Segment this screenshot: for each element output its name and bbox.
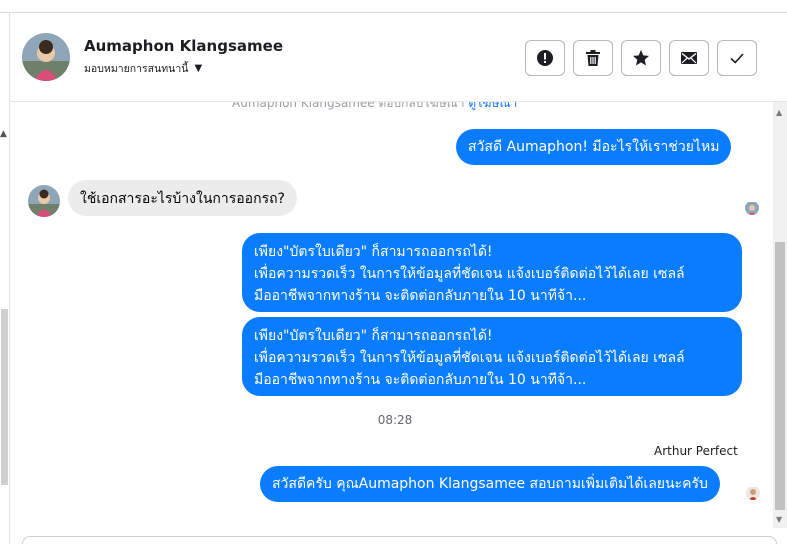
message-bubble-outgoing: สวัสดี Aumaphon! มีอะไรให้เราช่วยไหม bbox=[456, 129, 732, 165]
mark-unread-button[interactable] bbox=[669, 40, 709, 76]
ad-reply-note: Aumaphon Klangsamee ตอบกลับโฆษณา ดูโฆษณา bbox=[232, 102, 517, 113]
ad-reply-text: Aumaphon Klangsamee ตอบกลับโฆษณา bbox=[232, 102, 465, 110]
message-line: เพื่อความรวดเร็ว ในการให้ข้อมูลที่ชัดเจน… bbox=[254, 350, 685, 366]
message-line: เพียง"บัตรใบเดียว" ก็สามารถออกรถได้! bbox=[254, 244, 493, 260]
assign-label: มอบหมายการสนทนานี้ bbox=[84, 63, 189, 75]
view-ad-link[interactable]: ดูโฆษณา bbox=[468, 102, 517, 110]
mark-done-button[interactable] bbox=[717, 40, 757, 76]
message-line: เพื่อความรวดเร็ว ในการให้ข้อมูลที่ชัดเจน… bbox=[254, 266, 685, 282]
agent-name: Arthur Perfect bbox=[654, 444, 738, 458]
message-bubble-outgoing: เพียง"บัตรใบเดียว" ก็สามารถออกรถได้! เพื… bbox=[242, 317, 742, 396]
contact-small-avatar bbox=[28, 185, 60, 217]
contact-name[interactable]: Aumaphon Klangsamee bbox=[84, 37, 283, 55]
seen-indicator-avatar bbox=[745, 201, 759, 215]
message-bubble-outgoing: เพียง"บัตรใบเดียว" ก็สามารถออกรถได้! เพื… bbox=[242, 233, 742, 312]
message-timestamp: 08:28 bbox=[377, 413, 413, 427]
message-composer[interactable] bbox=[22, 536, 777, 544]
message-line: มืออาชีพจากทางร้าน จะติดต่อกลับภายใน 10 … bbox=[254, 288, 587, 304]
thread-scrollbar[interactable]: ▲ ▼ bbox=[773, 102, 787, 528]
conversation-header: Aumaphon Klangsamee มอบหมายการสนทนานี้ ▼ bbox=[10, 13, 787, 102]
header-actions bbox=[525, 40, 757, 76]
scroll-up-caret-icon[interactable]: ▲ bbox=[0, 129, 7, 139]
caret-down-icon: ▼ bbox=[194, 63, 203, 74]
left-scrollbar-thumb[interactable] bbox=[1, 309, 8, 485]
message-thread: Aumaphon Klangsamee ตอบกลับโฆษณา ดูโฆษณา… bbox=[10, 102, 773, 528]
message-line: มืออาชีพจากทางร้าน จะติดต่อกลับภายใน 10 … bbox=[254, 372, 587, 388]
checkmark-icon bbox=[730, 53, 744, 64]
scroll-up-arrow-icon[interactable]: ▲ bbox=[776, 108, 782, 117]
assign-conversation-dropdown[interactable]: มอบหมายการสนทนานี้ ▼ bbox=[84, 60, 202, 77]
agent-avatar bbox=[746, 486, 760, 500]
messenger-conversation-window: ▲ Aumaphon Klangsamee มอบหมายการสนทนานี้… bbox=[0, 0, 787, 544]
envelope-icon bbox=[681, 52, 697, 64]
spam-button[interactable] bbox=[525, 40, 565, 76]
star-button[interactable] bbox=[621, 40, 661, 76]
contact-avatar[interactable] bbox=[22, 33, 70, 81]
trash-icon bbox=[586, 50, 600, 66]
scroll-down-arrow-icon[interactable]: ▼ bbox=[776, 515, 782, 524]
left-panel-edge: ▲ bbox=[0, 13, 10, 544]
delete-button[interactable] bbox=[573, 40, 613, 76]
message-bubble-incoming: ใช้เอกสารอะไรบ้างในการออกรถ? bbox=[68, 180, 297, 216]
scrollbar-thumb[interactable] bbox=[775, 242, 785, 510]
message-line: เพียง"บัตรใบเดียว" ก็สามารถออกรถได้! bbox=[254, 328, 493, 344]
message-bubble-outgoing: สวัสดีครับ คุณAumaphon Klangsamee สอบถาม… bbox=[260, 466, 720, 502]
star-icon bbox=[633, 50, 649, 66]
exclamation-circle-icon bbox=[537, 50, 553, 66]
